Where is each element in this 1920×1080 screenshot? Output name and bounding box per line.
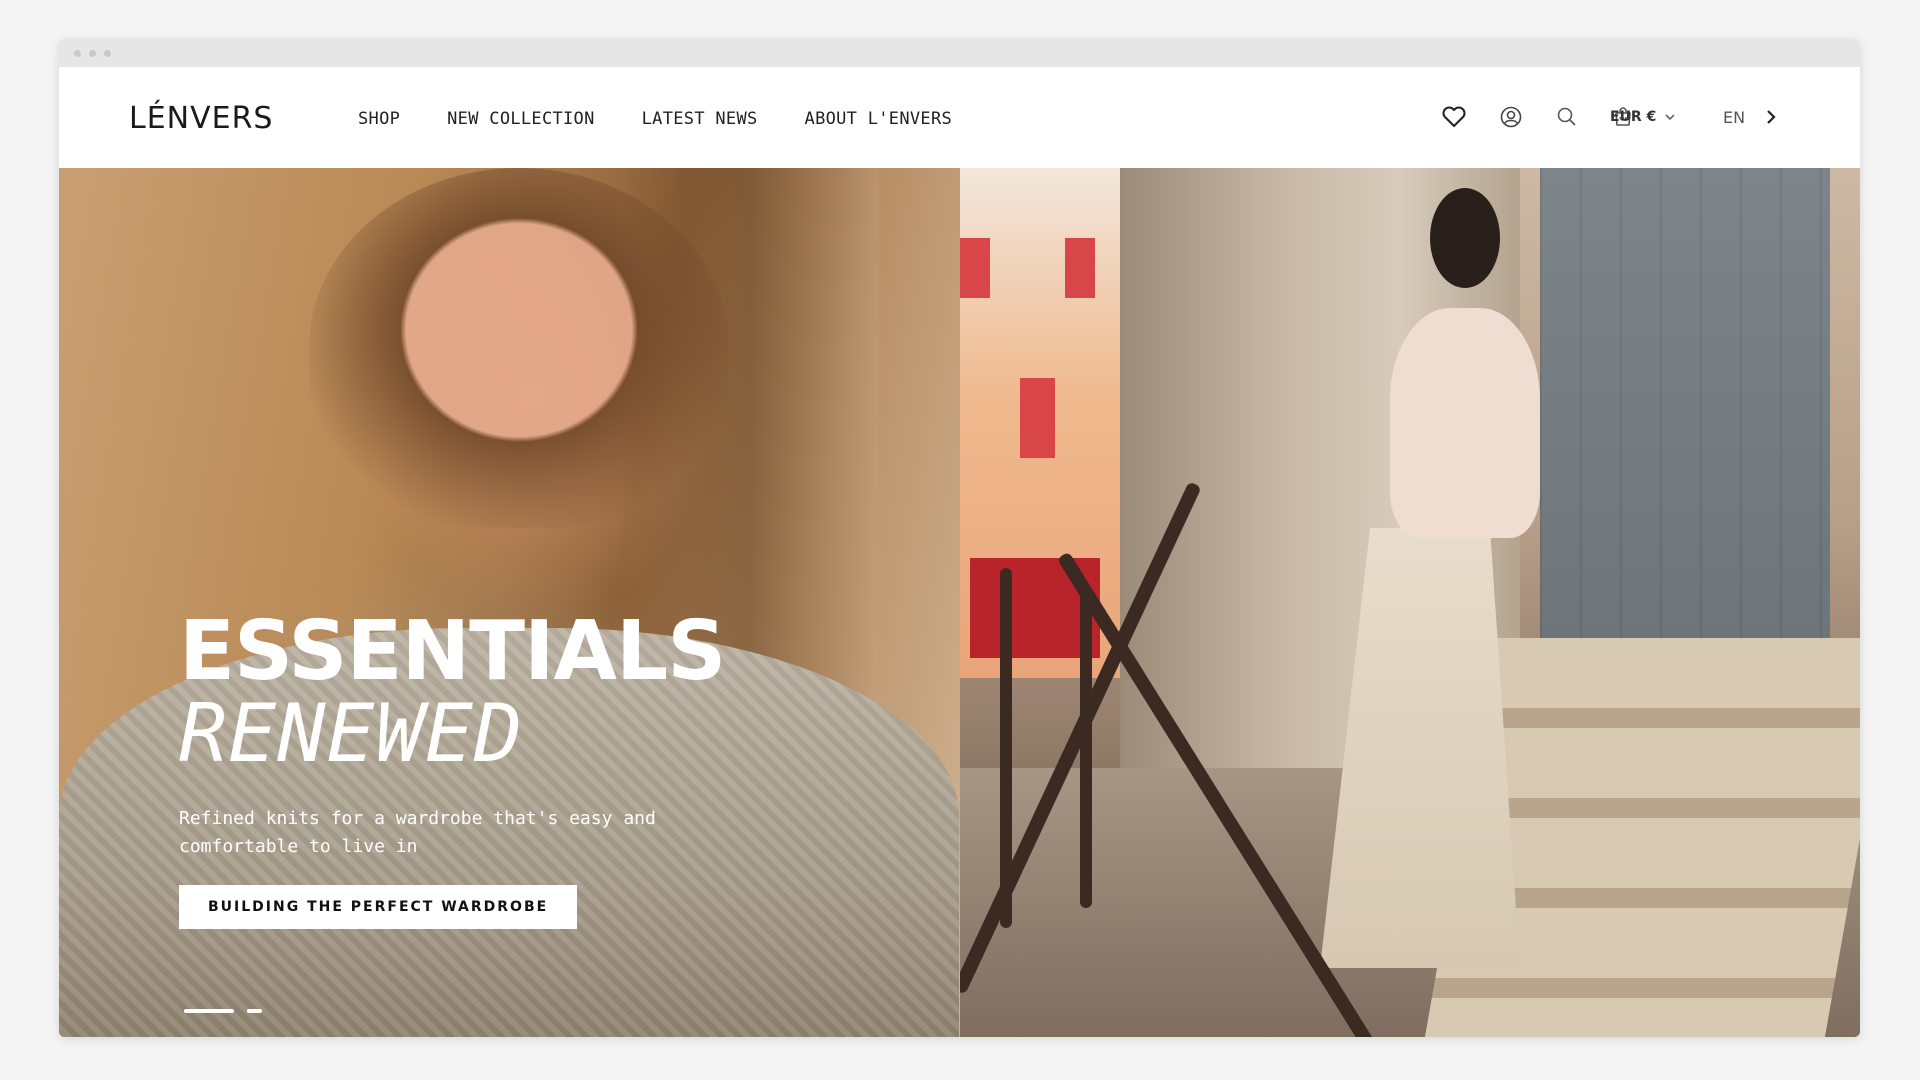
brand-logo[interactable]: LÉNVERS: [129, 101, 273, 136]
pager-dot-active[interactable]: [184, 1009, 234, 1013]
currency-selector[interactable]: EUR €: [1610, 109, 1676, 125]
rail: [1000, 568, 1012, 928]
nav-item-latest-news[interactable]: LATEST NEWS: [642, 109, 758, 129]
browser-window: LÉNVERS SHOP NEW COLLECTION LATEST NEWS …: [59, 39, 1860, 1037]
site-header: LÉNVERS SHOP NEW COLLECTION LATEST NEWS …: [59, 67, 1860, 168]
window-dot[interactable]: [89, 50, 96, 57]
heart-icon[interactable]: [1441, 105, 1467, 129]
chevron-down-icon: [1665, 114, 1675, 121]
currency-label: EUR €: [1610, 109, 1657, 125]
chevron-right-icon[interactable]: [1763, 107, 1779, 127]
model-head: [1430, 188, 1500, 288]
hero-headline-italic: RENEWED: [179, 687, 524, 780]
doors-grey: [1540, 168, 1830, 668]
window-dot[interactable]: [74, 50, 81, 57]
hero-subline: Refined knits for a wardrobe that's easy…: [179, 808, 656, 857]
nav-item-new-collection[interactable]: NEW COLLECTION: [447, 109, 595, 129]
shutter: [1020, 378, 1055, 458]
hero-banner: ESSENTIALS RENEWED Refined knits for a w…: [59, 168, 1860, 1037]
hair: [309, 168, 729, 528]
language-selector[interactable]: EN: [1723, 108, 1745, 127]
cta-button[interactable]: BUILDING THE PERFECT WARDROBE: [179, 885, 578, 929]
shutter: [960, 238, 990, 298]
search-icon[interactable]: [1555, 105, 1579, 129]
nav-item-shop[interactable]: SHOP: [358, 109, 400, 129]
window-dot[interactable]: [104, 50, 111, 57]
account-icon[interactable]: [1499, 105, 1523, 129]
nav-item-about[interactable]: ABOUT L'ENVERS: [805, 109, 953, 129]
slide-pager: [184, 1009, 275, 1013]
model-top: [1390, 308, 1540, 538]
hero-image-right: [960, 168, 1860, 1037]
rail: [1080, 588, 1092, 908]
shutter: [1065, 238, 1095, 298]
window-chrome: [59, 39, 1860, 67]
hero-text-block: ESSENTIALS RENEWED Refined knits for a w…: [179, 604, 759, 929]
language-label: EN: [1723, 108, 1746, 127]
main-nav: SHOP NEW COLLECTION LATEST NEWS ABOUT L'…: [358, 109, 999, 129]
pager-dot[interactable]: [247, 1009, 262, 1013]
hero-headline: ESSENTIALS: [179, 604, 726, 699]
